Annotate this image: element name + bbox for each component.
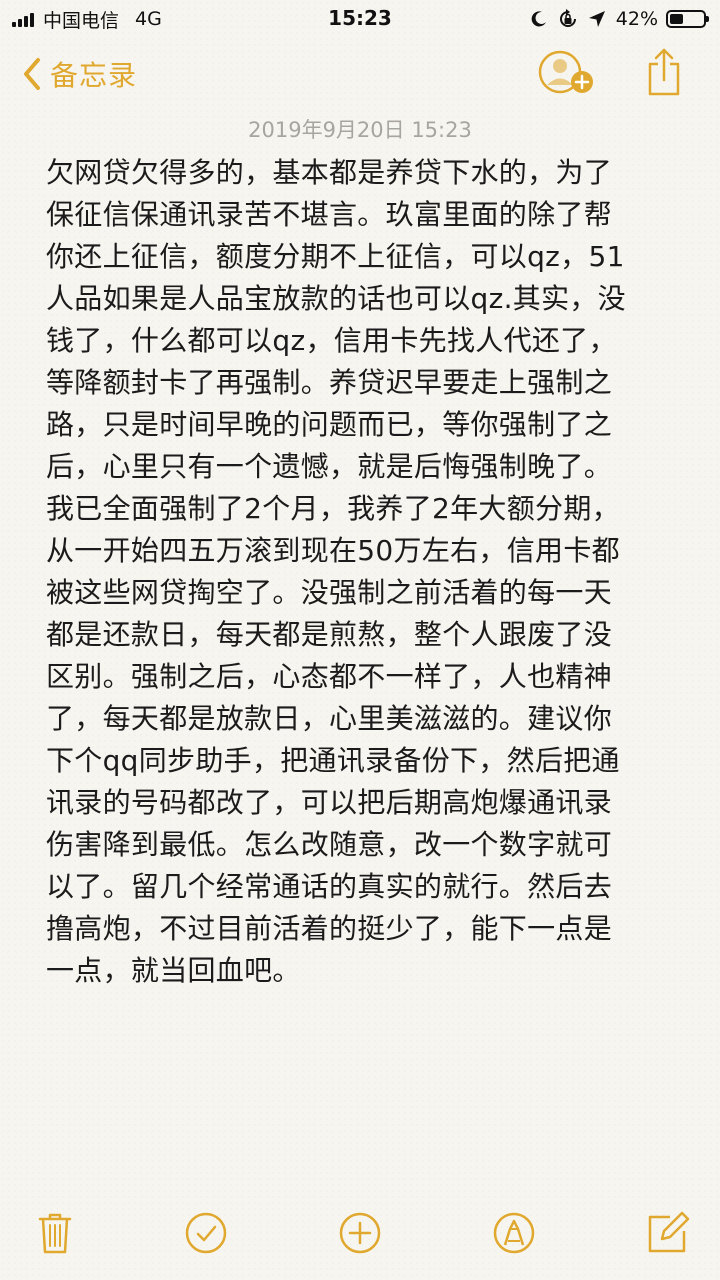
note-line: 伤害降到最低。怎么改随意，改一个数字就可 [46, 828, 613, 861]
share-icon [644, 48, 684, 102]
checkmark-circle-icon [184, 1211, 228, 1259]
moon-icon [530, 10, 548, 28]
note-line: 你还上征信，额度分期不上征信，可以qz，51 [46, 240, 625, 273]
delete-button[interactable] [30, 1210, 80, 1260]
back-button[interactable]: 备忘录 [22, 52, 137, 96]
note-line: 讯录的号码都改了，可以把后期高炮爆通讯录 [46, 786, 613, 819]
note-line: 了，每天都是放款日，心里美滋滋的。建议你 [46, 702, 613, 735]
checklist-button[interactable] [181, 1210, 231, 1260]
trash-icon [38, 1211, 72, 1259]
pen-tip-icon [492, 1211, 536, 1259]
note-line: 欠网贷欠得多的，基本都是养贷下水的，为了 [46, 156, 613, 189]
add-collaborator-button[interactable] [536, 48, 596, 100]
bottom-toolbar [0, 1210, 720, 1270]
note-line: 路，只是时间早晚的问题而已，等你强制了之 [46, 408, 613, 441]
compose-button[interactable] [643, 1210, 693, 1260]
share-button[interactable] [644, 46, 684, 98]
markup-button[interactable] [489, 1210, 539, 1260]
note-line: 从一开始四五万滚到现在50万左右，信用卡都 [46, 534, 620, 567]
note-line: 保征信保通讯录苦不堪言。玖富里面的除了帮 [46, 198, 613, 231]
note-line: 钱了，什么都可以qz，信用卡先找人代还了， [46, 324, 617, 357]
compose-icon [646, 1211, 690, 1259]
add-person-icon [536, 50, 596, 104]
add-button[interactable] [335, 1210, 385, 1260]
plus-circle-icon [338, 1211, 382, 1259]
status-right: 42% [521, 6, 709, 32]
back-button-label: 备忘录 [50, 59, 138, 92]
note-line: 我已全面强制了2个月，我养了2年大额分期， [46, 492, 620, 525]
note-line: 人品如果是人品宝放款的话也可以qz.其实，没 [46, 282, 626, 315]
note-line: 等降额封卡了再强制。养贷迟早要走上强制之 [46, 366, 613, 399]
note-line: 一点，就当回血吧。 [46, 954, 301, 987]
status-bar: 中国电信 4G 15:23 42% [0, 0, 720, 40]
note-line: 下个qq同步助手，把通讯录备份下，然后把通 [46, 744, 620, 777]
battery-percent: 42% [615, 8, 658, 30]
note-line: 被这些网贷掏空了。没强制之前活着的每一天 [46, 576, 613, 609]
battery-icon [666, 10, 709, 28]
location-arrow-icon [588, 10, 606, 28]
note-date: 2019年9月20日 15:23 [248, 118, 472, 142]
note-line: 区别。强制之后，心态都不一样了，人也精神 [46, 660, 613, 693]
battery-level-fill [670, 14, 683, 24]
rotation-lock-icon [557, 8, 579, 30]
chevron-left-icon [22, 57, 42, 91]
note-line: 后，心里只有一个遗憾，就是后悔强制晚了。 [46, 450, 613, 483]
note-line: 撸高炮，不过目前活着的挺少了，能下一点是 [46, 912, 613, 945]
note-line: 都是还款日，每天都是煎熬，整个人跟废了没 [46, 618, 613, 651]
note-line: 以了。留几个经常通话的真实的就行。然后去 [46, 870, 613, 903]
note-body[interactable]: 欠网贷欠得多的，基本都是养贷下水的，为了 保征信保通讯录苦不堪言。玖富里面的除了… [46, 152, 678, 992]
